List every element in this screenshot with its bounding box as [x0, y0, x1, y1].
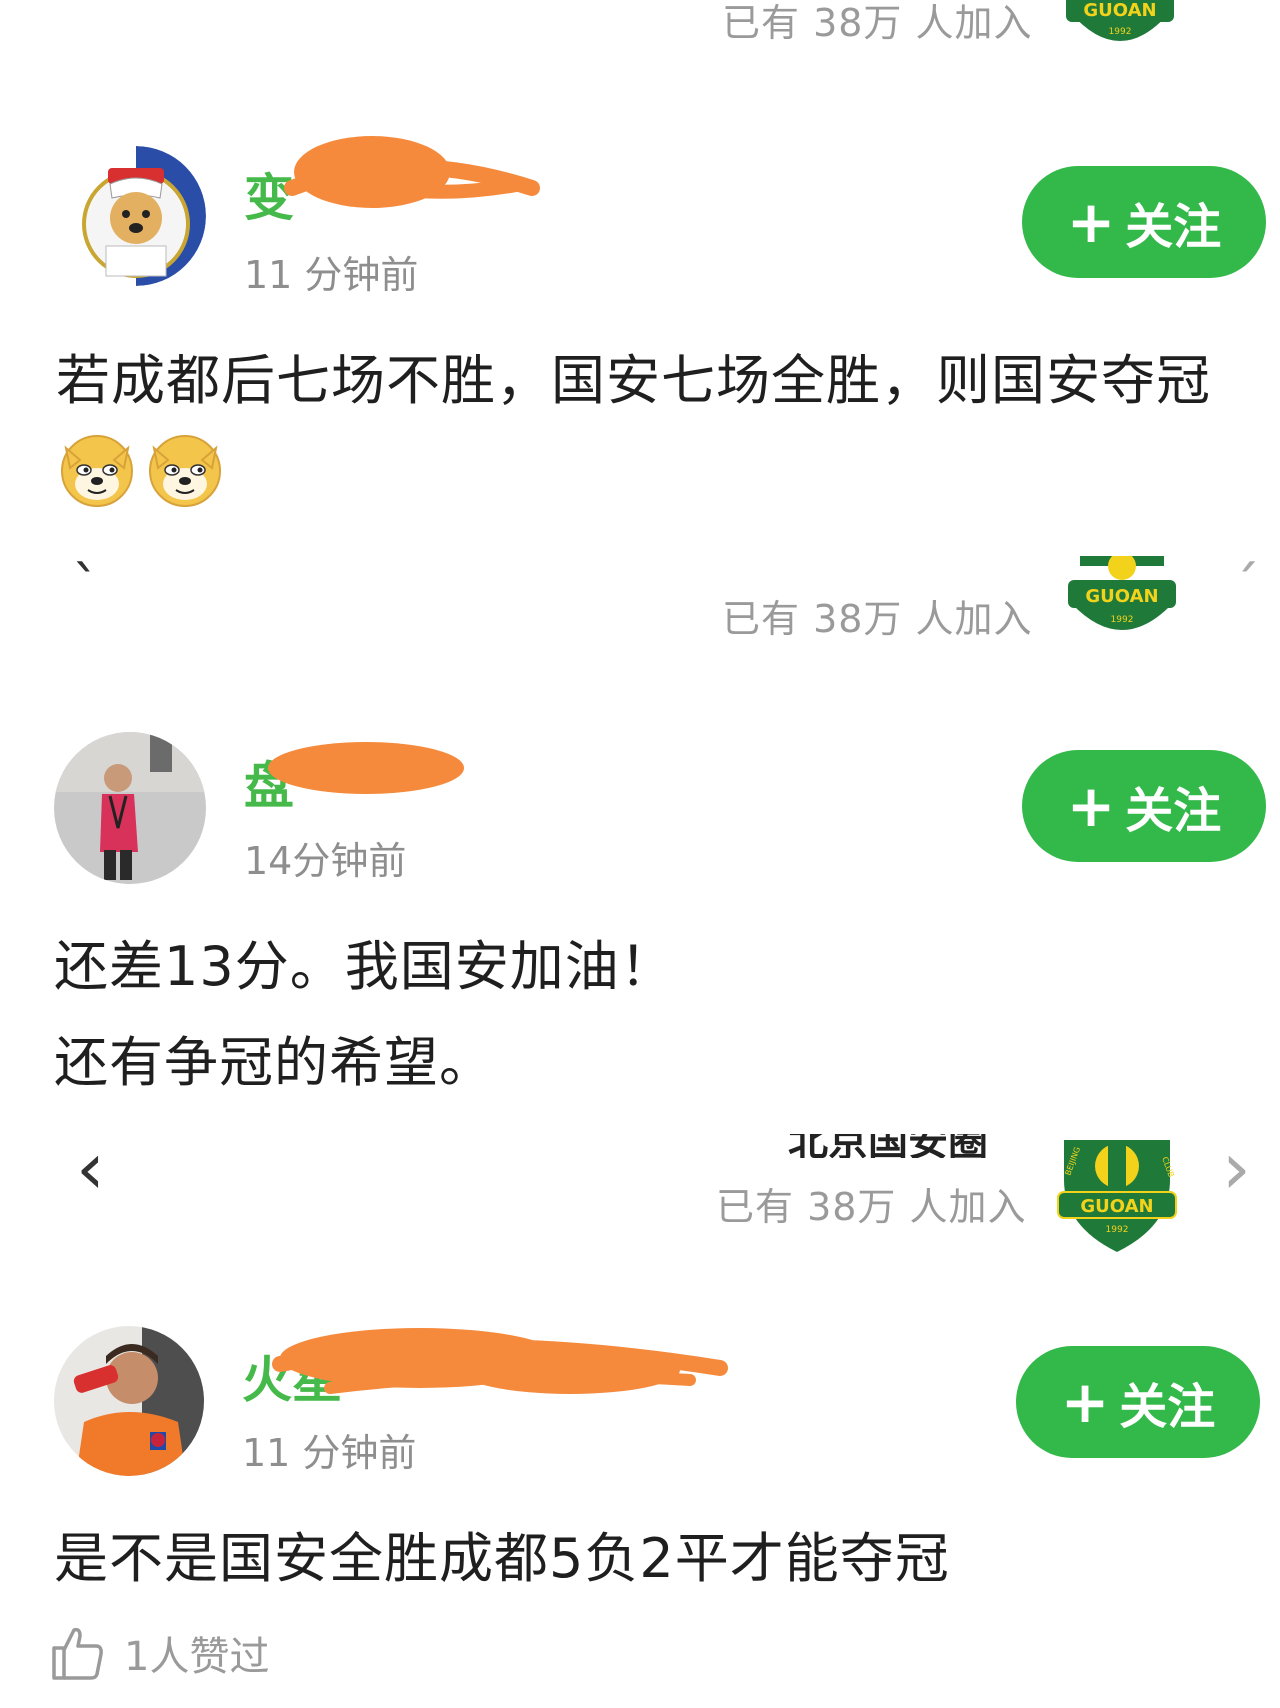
community-strip[interactable]: ‹ 北京国安圈 已有 38万 人加入 GUOAN 1992 BEIJING CL…	[0, 1120, 1280, 1252]
thumbs-up-icon[interactable]	[48, 1624, 106, 1682]
user-avatar[interactable]	[66, 146, 206, 286]
guoan-badge-icon: GUOAN 1992	[1066, 0, 1174, 41]
follow-button[interactable]: + 关注	[1022, 166, 1266, 278]
follow-label: 关注	[1125, 783, 1222, 839]
plus-icon: +	[1066, 772, 1116, 840]
svg-text:1992: 1992	[1109, 27, 1132, 37]
username[interactable]: 火星	[242, 1340, 342, 1412]
follow-button[interactable]: + 关注	[1022, 750, 1266, 862]
follow-label: 关注	[1119, 1379, 1216, 1435]
next-arrow-icon[interactable]: ›	[1222, 1132, 1251, 1204]
player-avatar-icon	[54, 1326, 204, 1476]
next-arrow-icon[interactable]: ˊ	[1232, 560, 1260, 616]
dog-avatar-icon	[66, 146, 206, 286]
follow-button[interactable]: + 关注	[1016, 1346, 1260, 1458]
join-count-text: 已有 38万 人加入	[716, 1185, 1027, 1229]
prev-arrow-icon[interactable]: ‹	[76, 1132, 105, 1204]
community-strip[interactable]: ˋ 已有 38万 人加入 GUOAN 1992 ˊ	[0, 556, 1280, 680]
post-time: 14分钟前	[244, 839, 407, 883]
post-content: 还差13分。我国安加油！	[54, 935, 675, 998]
follow-label: 关注	[1125, 199, 1222, 255]
community-title: 北京国安圈	[788, 1134, 988, 1158]
svg-text:1992: 1992	[1106, 1225, 1129, 1235]
join-count-text: 已有 38万 人加入	[722, 597, 1033, 641]
user-avatar[interactable]	[54, 732, 206, 884]
doge-emoji-icon	[61, 435, 133, 507]
user-avatar[interactable]	[54, 1326, 204, 1476]
svg-text:1992: 1992	[1111, 615, 1134, 625]
username[interactable]: 盘	[244, 746, 294, 818]
community-strip-top[interactable]: 已有 38万 人加入 GUOAN 1992	[0, 0, 1280, 120]
like-count: 1人赞过	[124, 1634, 270, 1680]
post-content: 还有争冠的希望。	[54, 1031, 494, 1094]
guoan-badge-icon: GUOAN 1992 BEIJING CLUB	[1057, 1140, 1177, 1252]
post-time: 11 分钟前	[244, 253, 419, 297]
plus-icon: +	[1060, 1368, 1110, 1436]
svg-text:GUOAN: GUOAN	[1085, 586, 1158, 607]
svg-text:GUOAN: GUOAN	[1080, 1196, 1153, 1217]
person-avatar-icon	[54, 732, 206, 884]
guoan-badge-icon: GUOAN 1992	[1068, 556, 1176, 630]
svg-text:GUOAN: GUOAN	[1083, 0, 1156, 21]
redaction-scribble	[284, 136, 540, 208]
join-count-text: 已有 38万 人加入	[722, 1, 1033, 45]
username[interactable]: 变	[244, 158, 294, 230]
prev-arrow-icon[interactable]: ˋ	[72, 560, 100, 616]
doge-emoji-icon	[149, 435, 221, 507]
post-time: 11 分钟前	[242, 1431, 417, 1475]
post-content: 若成都后七场不胜，国安七场全胜，则国安夺冠	[56, 349, 1211, 412]
plus-icon: +	[1066, 188, 1116, 256]
post-content: 是不是国安全胜成都5负2平才能夺冠	[54, 1527, 950, 1590]
like-row[interactable]: 1人赞过	[48, 1624, 269, 1682]
